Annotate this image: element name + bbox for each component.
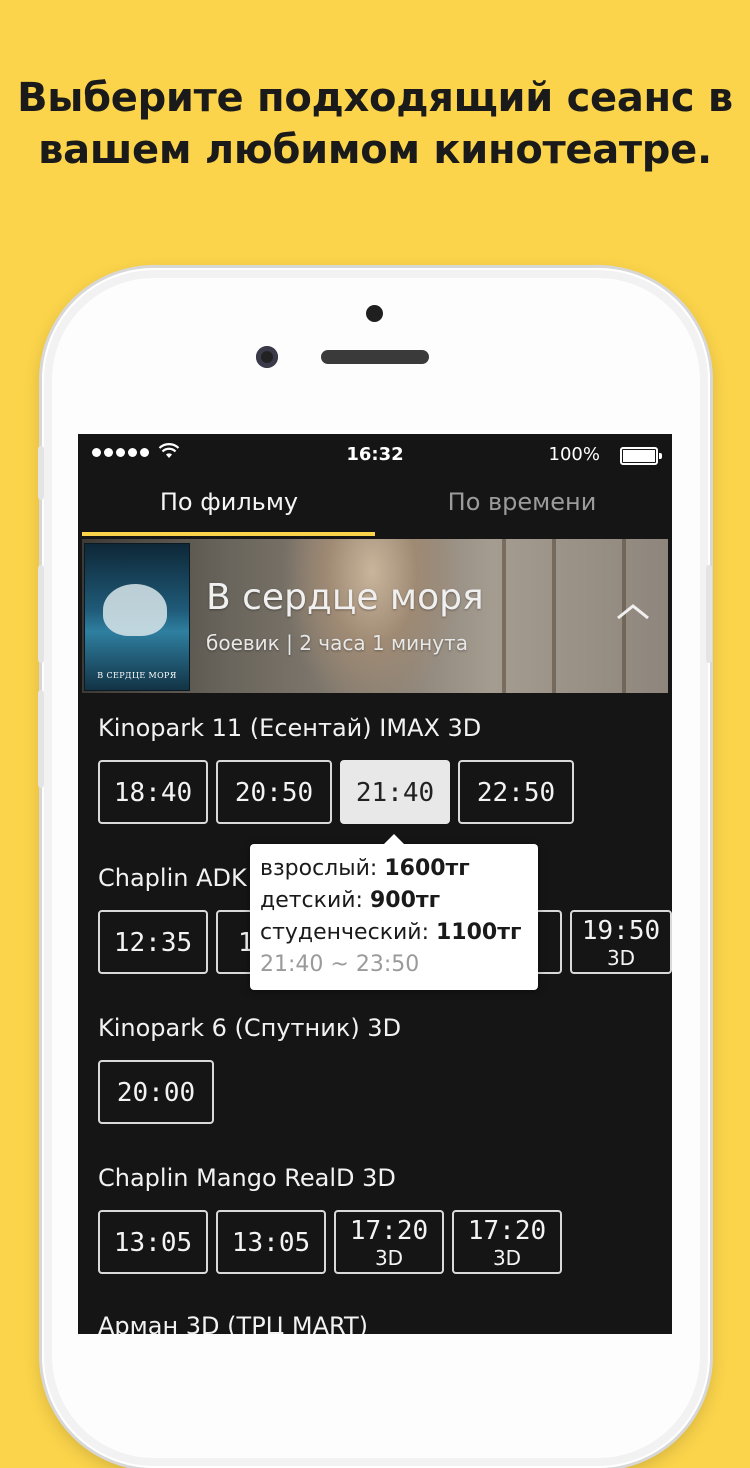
movie-banner[interactable]: В СЕРДЦЕ МОРЯ В сердце моря боевик | 2 ч… (82, 539, 668, 693)
student-price-line: студенческий: 1100тг (260, 920, 521, 945)
tab-bar: По фильму По времени (78, 478, 672, 538)
session-button[interactable]: 19:50 3D (570, 910, 672, 974)
session-time-range: 21:40 ~ 23:50 (260, 952, 420, 977)
banner-rope (552, 539, 556, 693)
child-price-line: детский: 900тг (260, 888, 440, 913)
battery-percentage: 100% (548, 444, 600, 465)
session-button[interactable]: 18:40 (98, 760, 208, 824)
cinema-name: Kinopark 6 (Спутник) 3D (98, 1014, 402, 1042)
session-button[interactable]: 20:50 (216, 760, 332, 824)
poster-caption: В СЕРДЦЕ МОРЯ (97, 671, 177, 680)
headline-line-2: вашем любимом кинотеатре. (38, 127, 712, 173)
child-price-value: 900тг (369, 888, 441, 913)
session-button[interactable]: 12:35 (98, 910, 208, 974)
banner-rope (502, 539, 506, 693)
session-button[interactable]: 13:05 (216, 1210, 326, 1274)
cinema-name: Kinopark 11 (Есентай) IMAX 3D (98, 714, 482, 742)
student-price-value: 1100тг (435, 920, 522, 945)
volume-up-button (38, 565, 44, 663)
mute-switch (38, 446, 44, 500)
movie-title: В сердце моря (206, 577, 484, 618)
poster-whale-art (103, 584, 167, 636)
proximity-sensor (366, 305, 383, 322)
chevron-up-icon[interactable] (616, 601, 650, 621)
movie-poster: В СЕРДЦЕ МОРЯ (84, 543, 190, 691)
tab-by-movie[interactable]: По фильму (82, 488, 376, 516)
cinema-name: Chaplin Mango RealD 3D (98, 1164, 396, 1192)
earpiece-speaker (321, 350, 429, 364)
app-screen: 16:32 100% По фильму По времени В СЕРДЦЕ… (78, 434, 672, 1334)
session-button[interactable]: 17:20 3D (452, 1210, 562, 1274)
status-bar: 16:32 100% (78, 434, 672, 474)
active-tab-indicator (82, 532, 375, 536)
child-price-label: детский: (260, 888, 370, 913)
tab-by-time[interactable]: По времени (375, 488, 669, 516)
adult-price-line: взрослый: 1600тг (260, 856, 470, 881)
session-button[interactable]: 17:20 3D (334, 1210, 444, 1274)
cinema-name: Chaplin ADK (98, 864, 247, 892)
student-price-label: студенческий: (260, 920, 436, 945)
movie-meta: боевик | 2 часа 1 минута (206, 631, 468, 655)
battery-icon (620, 447, 662, 465)
session-button[interactable]: 20:00 (98, 1060, 214, 1124)
session-button[interactable]: 13:05 (98, 1210, 208, 1274)
power-button (706, 565, 712, 663)
headline-line-1: Выберите подходящий сеанс в (17, 75, 733, 121)
session-button[interactable]: 22:50 (458, 760, 574, 824)
volume-down-button (38, 690, 44, 788)
headline: Выберите подходящий сеанс в вашем любимо… (0, 72, 750, 176)
price-tooltip: взрослый: 1600тг детский: 900тг студенче… (250, 834, 538, 990)
cinema-name: Арман 3D (ТРЦ MART) (98, 1312, 368, 1334)
session-button-selected[interactable]: 21:40 (340, 760, 450, 824)
front-camera (256, 346, 278, 368)
adult-price-value: 1600тг (384, 856, 470, 881)
adult-price-label: взрослый: (260, 856, 385, 881)
